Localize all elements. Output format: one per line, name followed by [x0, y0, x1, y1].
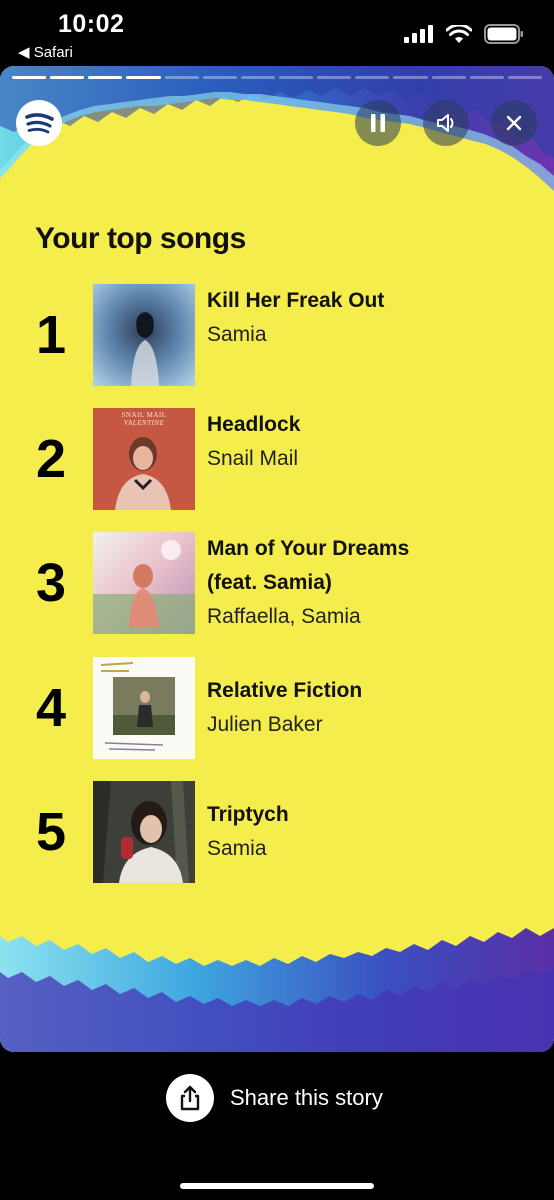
- wifi-icon: [446, 24, 472, 43]
- progress-segment: [431, 76, 466, 79]
- share-story[interactable]: Share this story: [166, 1074, 383, 1122]
- back-to-safari[interactable]: ◀ Safari: [18, 43, 73, 61]
- sound-button[interactable]: [423, 100, 469, 146]
- spotify-logo: [16, 100, 62, 146]
- album-text: SNAIL MAIL: [121, 411, 167, 419]
- progress-segment: [240, 76, 275, 79]
- song-row[interactable]: 3 Man of Your Dreams (feat. Samia) Raffa…: [0, 532, 554, 634]
- pause-icon: [371, 114, 385, 132]
- progress-segment: [164, 76, 199, 79]
- close-button[interactable]: [491, 100, 537, 146]
- song-row[interactable]: 5 Triptych Samia: [0, 781, 554, 883]
- song-title: Relative Fiction: [207, 679, 363, 702]
- progress-segment: [50, 76, 85, 79]
- rank-number: 3: [36, 553, 67, 613]
- progress-segment: [317, 76, 352, 79]
- song-title: Kill Her Freak Out: [207, 289, 385, 312]
- clock: 10:02: [58, 10, 125, 38]
- rank-number: 5: [36, 802, 67, 862]
- song-artist: Samia: [207, 837, 267, 860]
- story-title: Your top songs: [35, 222, 246, 255]
- album-text: VALENTINE: [123, 419, 165, 427]
- home-indicator[interactable]: [180, 1183, 374, 1189]
- song-row[interactable]: 2 SNAIL MAIL VALENTINE Headlock Snail Ma…: [0, 408, 554, 510]
- album-art: SNAIL MAIL VALENTINE: [93, 408, 195, 510]
- progress-segment: [469, 76, 504, 79]
- signal-icon: [404, 25, 433, 43]
- share-label[interactable]: Share this story: [230, 1085, 383, 1111]
- song-artist: Snail Mail: [207, 447, 299, 470]
- share-button[interactable]: [166, 1074, 214, 1122]
- song-artist: Raffaella, Samia: [207, 605, 361, 628]
- progress-segment: [507, 76, 542, 79]
- song-title: Triptych: [207, 803, 289, 826]
- song-title: Headlock: [207, 413, 301, 436]
- progress-segment: [88, 76, 123, 79]
- pause-button[interactable]: [355, 100, 401, 146]
- story-progress: [12, 76, 542, 79]
- close-icon: [506, 115, 522, 131]
- song-row[interactable]: 1 Kill Her Freak Out Samia: [0, 284, 554, 386]
- battery-icon: [484, 24, 523, 44]
- story-card[interactable]: Your top songs 1 Kill Her Freak Out Sami…: [0, 66, 554, 1052]
- song-artist: Samia: [207, 323, 267, 346]
- rank-number: 2: [36, 429, 67, 489]
- progress-segment: [202, 76, 237, 79]
- status-bar: 10:02 ◀ Safari: [0, 0, 554, 66]
- speaker-icon: [437, 114, 454, 132]
- album-art: [93, 657, 195, 759]
- album-art: [93, 532, 195, 634]
- album-art: [93, 284, 195, 386]
- song-title: Man of Your Dreams: [207, 537, 410, 560]
- rank-number: 1: [36, 305, 67, 365]
- system-icons: [404, 24, 524, 44]
- progress-segment: [278, 76, 314, 79]
- progress-segment: [12, 76, 47, 79]
- album-art: [93, 781, 195, 883]
- progress-segment: [126, 76, 161, 79]
- progress-segment: [393, 76, 428, 79]
- song-row[interactable]: 4 Relative Fiction Julien Baker: [0, 657, 554, 759]
- progress-segment: [355, 76, 390, 79]
- song-artist: Julien Baker: [207, 713, 323, 736]
- song-title-line-2: (feat. Samia): [207, 571, 332, 594]
- share-icon: [180, 1085, 200, 1111]
- rank-number: 4: [36, 678, 67, 738]
